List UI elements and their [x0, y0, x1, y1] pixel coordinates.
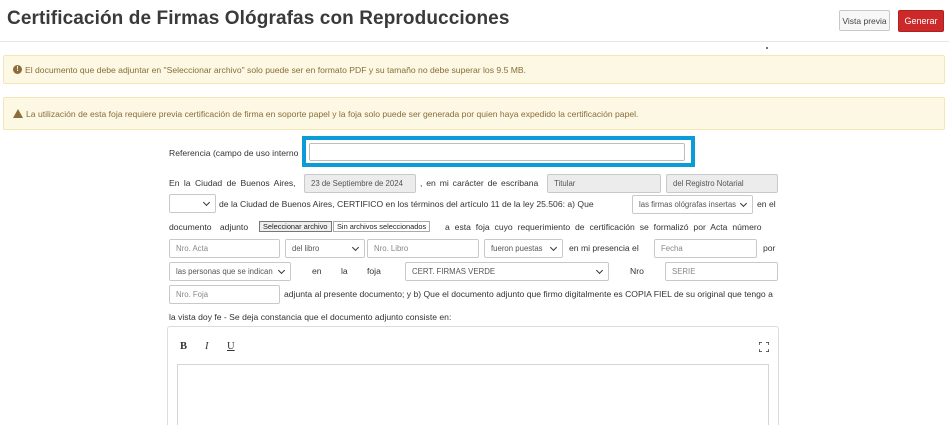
chevron-down-icon: [202, 198, 211, 206]
signatures-select-value: las firmas ológrafas insertas: [639, 200, 737, 209]
warning-alert-text: La utilización de esta foja requiere pre…: [26, 108, 639, 119]
foja-number-input[interactable]: Nro. Foja: [169, 285, 280, 304]
role-field[interactable]: Titular: [547, 174, 661, 193]
date-field[interactable]: 23 de Septiembre de 2024: [304, 174, 416, 193]
sheet-type-select-value: CERT. FIRMAS VERDE: [412, 267, 496, 276]
persons-select[interactable]: las personas que se indican: [169, 262, 291, 281]
persons-select-value: las personas que se indican: [176, 267, 273, 276]
text-attached: adjunta al presente documento; y b) Que …: [284, 289, 773, 299]
text-la: la: [341, 266, 348, 276]
header-dot: [766, 47, 768, 49]
text-en-el: en el: [757, 199, 776, 209]
chevron-down-icon: [277, 266, 286, 274]
text-city: En la Ciudad de Buenos Aires,: [169, 178, 296, 188]
signatures-select[interactable]: las firmas ológrafas insertas: [632, 195, 753, 214]
info-alert: ! El documento que debe adjuntar en "Sel…: [3, 55, 945, 84]
info-alert-text: El documento que debe adjuntar en "Selec…: [25, 64, 527, 75]
generate-button[interactable]: Generar: [898, 10, 944, 32]
text-en: en: [312, 266, 322, 276]
placed-select[interactable]: fueron puestas: [484, 239, 563, 258]
underline-button[interactable]: U: [227, 341, 235, 352]
book-select-value: del libro: [292, 244, 320, 253]
serie-input[interactable]: SERIE: [665, 262, 778, 281]
book-number-input[interactable]: Nro. Libro: [367, 239, 479, 258]
text-view: la vista doy fe - Se deja constancia que…: [169, 312, 452, 322]
select-file-button[interactable]: Seleccionar archivo: [259, 221, 332, 232]
chevron-down-icon: [739, 199, 748, 207]
text-terms: de la Ciudad de Buenos Aires, CERTIFICO …: [219, 199, 594, 209]
text-document: documento adjunto: [169, 222, 249, 232]
book-select[interactable]: del libro: [285, 239, 365, 258]
editor-content-area[interactable]: [177, 364, 769, 425]
chevron-down-icon: [549, 243, 558, 251]
warning-alert: La utilización de esta foja requiere pre…: [3, 97, 945, 130]
text-nro: Nro: [630, 266, 644, 276]
text-por: por: [763, 243, 776, 253]
reference-label: Referencia (campo de uso interno: [169, 148, 299, 158]
reference-input[interactable]: [309, 143, 685, 161]
chevron-down-icon: [595, 266, 604, 274]
text-capacity: , en mi carácter de escribana: [420, 178, 539, 188]
bold-button[interactable]: B: [180, 341, 187, 352]
sheet-type-select[interactable]: CERT. FIRMAS VERDE: [405, 262, 609, 281]
italic-button[interactable]: I: [205, 341, 209, 352]
warning-triangle-icon: [13, 109, 23, 118]
text-presence: en mi presencia el: [569, 243, 639, 253]
text-requirement: a esta foja cuyo requerimiento de certif…: [445, 222, 762, 232]
file-status: Sin archivos seleccionados: [333, 221, 431, 232]
placed-select-value: fueron puestas: [491, 244, 543, 253]
text-foja: foja: [367, 266, 381, 276]
page-title: Certificación de Firmas Ológrafas con Re…: [7, 8, 510, 29]
registry-number-select[interactable]: [169, 194, 216, 213]
registry-field[interactable]: del Registro Notarial: [666, 174, 778, 193]
chevron-down-icon: [351, 243, 360, 251]
act-number-input[interactable]: Nro. Acta: [169, 239, 280, 258]
fullscreen-icon[interactable]: [758, 341, 770, 353]
preview-button[interactable]: Vista previa: [839, 10, 890, 31]
info-circle-icon: !: [13, 65, 22, 74]
date-input[interactable]: Fecha: [654, 239, 757, 258]
header-divider: [0, 41, 949, 42]
